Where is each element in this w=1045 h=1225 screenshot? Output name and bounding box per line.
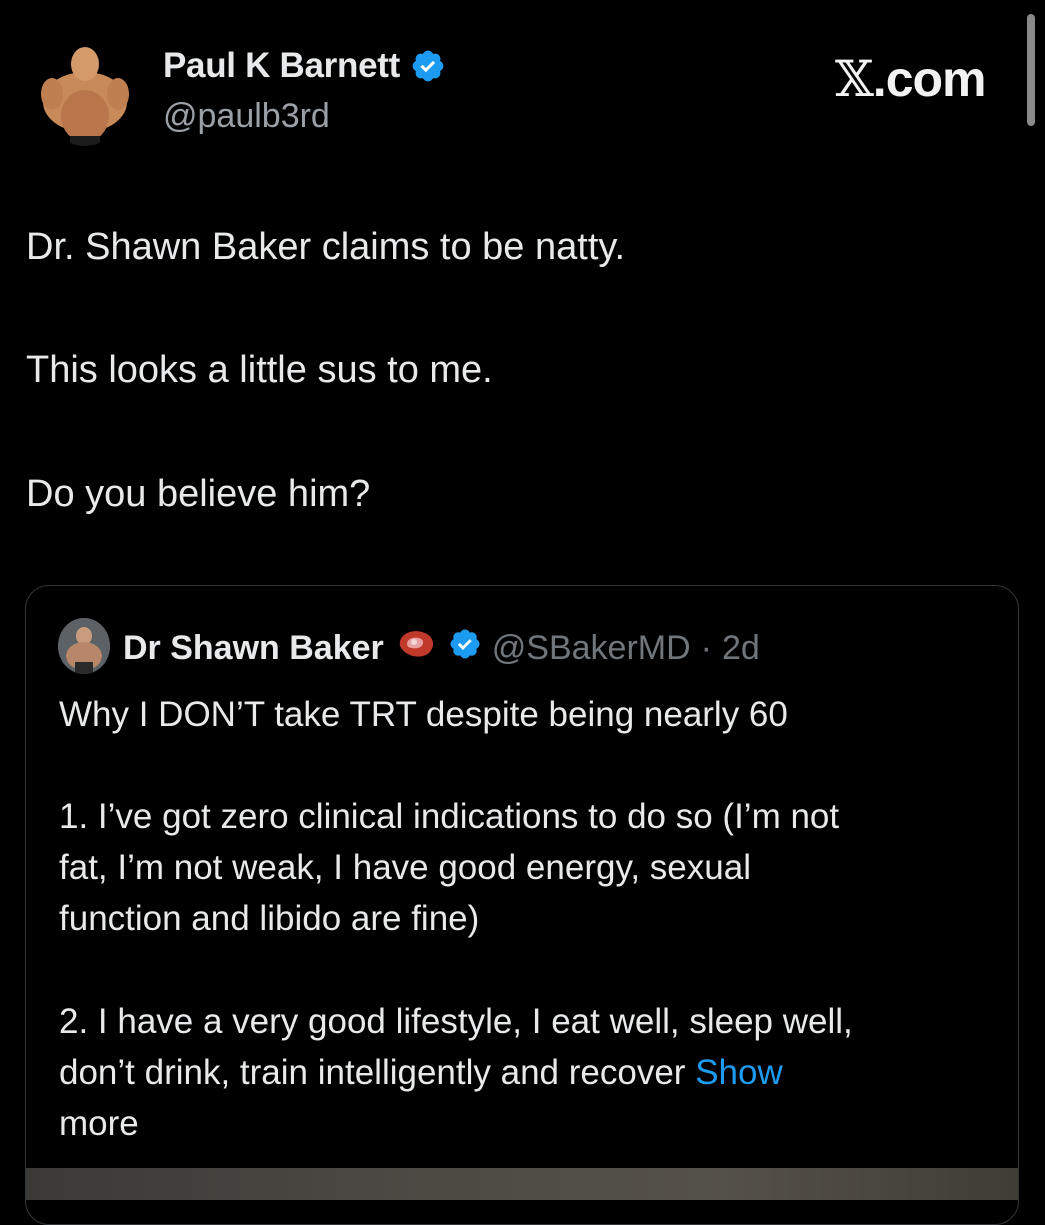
quote-line: 1. I’ve got zero clinical indications to… [59,797,840,836]
quote-author-name[interactable]: Dr Shawn Baker [123,629,384,668]
tweet-paragraph: This looks a little sus to me. [26,349,493,391]
x-com-logo: 𝕏.com [835,50,986,108]
quote-line: Why I DON’T take TRT despite being nearl… [59,695,788,734]
quote-line: fat, I’m not weak, I have good energy, s… [59,848,751,887]
author-handle[interactable]: @paulb3rd [163,97,330,136]
quote-separator: · [700,629,712,667]
author-avatar[interactable] [40,38,130,146]
quote-author-avatar[interactable] [58,618,110,674]
author-name-row: Paul K Barnett [163,46,446,86]
quote-verified-badge-icon [448,627,482,670]
show-more-link[interactable]: Show [695,1053,783,1092]
brand-suffix: .com [872,51,987,107]
x-logo-icon: 𝕏 [835,50,874,108]
verified-badge-icon [410,48,446,84]
show-more-link-continued[interactable]: more [59,1098,989,1149]
author-display-name[interactable]: Paul K Barnett [163,46,400,86]
tweet-paragraph: Dr. Shawn Baker claims to be natty. [26,226,626,268]
quote-line: 2. I have a very good lifestyle, I eat w… [59,1002,853,1041]
quote-author-handle[interactable]: @SBakerMD [492,629,691,668]
tweet-paragraph: Do you believe him? [26,473,371,515]
steak-icon [394,626,438,671]
quote-header: Dr Shawn Baker @SBakerMD · 2d [123,626,760,671]
quote-timestamp[interactable]: 2d [722,629,760,668]
scrollbar[interactable] [1027,14,1035,126]
quote-line-text: don’t drink, train intelligently and rec… [59,1053,686,1092]
quote-media-image[interactable] [26,1168,1018,1200]
quote-line: function and libido are fine) [59,899,480,938]
quote-line: don’t drink, train intelligently and rec… [59,1047,989,1098]
